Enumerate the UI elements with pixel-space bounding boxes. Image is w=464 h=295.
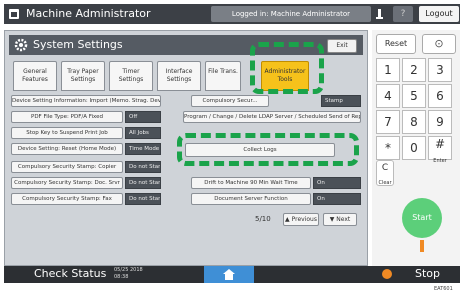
- time-text: 08:38: [114, 274, 129, 280]
- clear-label: C: [381, 163, 389, 173]
- scheduled-report-settings-button[interactable]: Program / Change / Delete LDAP Server / …: [183, 111, 361, 123]
- start-indicator: [420, 240, 424, 252]
- key-6[interactable]: 6: [428, 84, 452, 108]
- key-3[interactable]: 3: [428, 58, 452, 82]
- previous-page-button[interactable]: ▲ Previous: [283, 213, 319, 226]
- window-title: Machine Administrator: [26, 7, 151, 20]
- clear-sub-label: Clear: [378, 180, 392, 186]
- stop-button[interactable]: Stop: [415, 267, 440, 280]
- security-stamp-docserver-button[interactable]: Compulsory Security Stamp: Doc. Srvr: [11, 177, 123, 189]
- key-9[interactable]: 9: [428, 110, 452, 134]
- tab-interface-settings[interactable]: Interface Settings: [157, 61, 201, 91]
- clear-button[interactable]: C Clear: [376, 160, 394, 186]
- home-button[interactable]: [204, 266, 254, 283]
- wait-time-value: On: [313, 177, 361, 189]
- key-2[interactable]: 2: [402, 58, 426, 82]
- document-server-function-button[interactable]: Document Server Function: [191, 193, 311, 205]
- reset-mode-value: Time Mode: [125, 143, 161, 155]
- key-hash-label: #: [434, 137, 446, 151]
- stop-icon: [382, 269, 392, 279]
- next-page-button[interactable]: ▼ Next: [323, 213, 357, 226]
- key-7[interactable]: 7: [376, 110, 400, 134]
- key-0[interactable]: 0: [402, 136, 426, 160]
- logout-button[interactable]: Logout: [419, 6, 459, 22]
- home-icon: [9, 9, 19, 19]
- tab-general-features[interactable]: General Features: [13, 61, 57, 91]
- reset-button[interactable]: Reset: [376, 34, 416, 54]
- exit-button[interactable]: Exit: [327, 39, 357, 53]
- key-1[interactable]: 1: [376, 58, 400, 82]
- previous-label: Previous: [291, 216, 317, 223]
- key-4[interactable]: 4: [376, 84, 400, 108]
- date-text: 05/25 2018: [114, 267, 143, 273]
- login-status: Logged in: Machine Administrator: [211, 6, 371, 22]
- help-button[interactable]: ?: [393, 6, 413, 22]
- device-setting-reset-button[interactable]: Device Setting: Reset (Home Mode): [11, 143, 123, 155]
- pdf-file-type-value: Off: [125, 111, 161, 123]
- device-setting-import-button[interactable]: Device Setting Information: Import (Memo…: [11, 95, 161, 107]
- key-star[interactable]: *: [376, 136, 400, 160]
- compulsory-security-stamp-button[interactable]: Compulsory Secur...: [191, 95, 269, 107]
- user-icon: [376, 9, 383, 19]
- enter-label: Enter: [433, 158, 447, 164]
- stamp-value: Stamp: [321, 95, 361, 107]
- stop-key-value: All Jobs: [125, 127, 161, 139]
- status-bar: Check Status 05/25 2018 08:38 Stop: [4, 266, 460, 283]
- stop-key-suspend-button[interactable]: Stop Key to Suspend Print Job: [11, 127, 123, 139]
- tab-timer-settings[interactable]: Timer Settings: [109, 61, 153, 91]
- triangle-up-icon: ▲: [285, 216, 290, 223]
- next-label: Next: [336, 216, 351, 223]
- keypad: Reset ⊙ 1 2 3 4 5 6 7 8 9 * 0 # Enter C …: [372, 30, 460, 266]
- figure-code: EAT601: [434, 286, 453, 292]
- key-5[interactable]: 5: [402, 84, 426, 108]
- gear-icon: [14, 38, 28, 52]
- key-8[interactable]: 8: [402, 110, 426, 134]
- top-bar: Machine Administrator Logged in: Machine…: [4, 4, 460, 24]
- highlight-collect-logs: [177, 133, 359, 166]
- power-icon: ⊙: [434, 37, 444, 50]
- energy-saver-button[interactable]: ⊙: [422, 34, 456, 54]
- triangle-down-icon: ▼: [329, 216, 335, 223]
- wait-time-button[interactable]: Drift to Machine 90 Min Wait Time: [191, 177, 311, 189]
- house-icon: [223, 269, 235, 280]
- check-status-button[interactable]: Check Status: [34, 267, 106, 280]
- pdf-file-type-button[interactable]: PDF File Type: PDF/A Fixed: [11, 111, 123, 123]
- tab-file-transfer[interactable]: File Trans.: [205, 61, 241, 91]
- security-stamp-copier-button[interactable]: Compulsory Security Stamp: Copier: [11, 161, 123, 173]
- security-stamp-copier-value: Do not Stamp: [125, 161, 161, 173]
- security-stamp-fax-button[interactable]: Compulsory Security Stamp: Fax: [11, 193, 123, 205]
- start-button[interactable]: Start: [402, 198, 442, 238]
- page-title: System Settings: [33, 38, 123, 51]
- tab-tray-paper-settings[interactable]: Tray Paper Settings: [61, 61, 105, 91]
- key-hash[interactable]: # Enter: [428, 136, 452, 164]
- security-stamp-docserver-value: Do not Stamp: [125, 177, 161, 189]
- date-time: 05/25 2018 08:38: [114, 267, 143, 281]
- page-indicator: 5/10: [255, 215, 271, 223]
- highlight-administrator-tools: [250, 42, 324, 94]
- document-server-function-value: On: [313, 193, 361, 205]
- security-stamp-fax-value: Do not Stamp: [125, 193, 161, 205]
